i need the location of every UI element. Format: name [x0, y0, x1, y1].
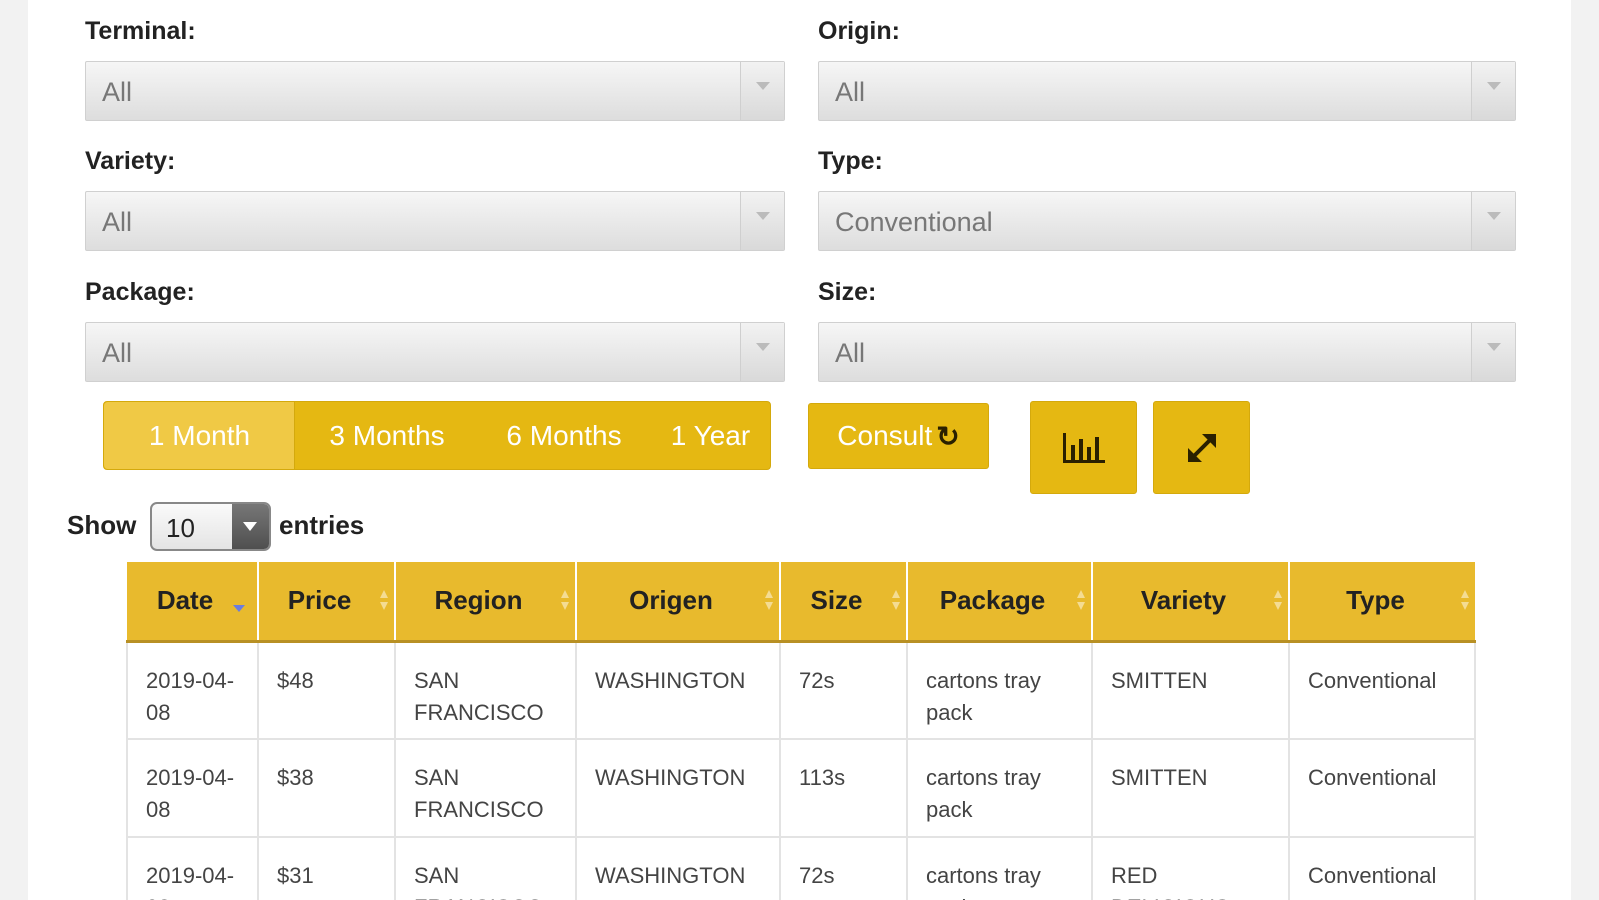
- period-1-month-button[interactable]: 1 Month: [104, 402, 295, 469]
- cell-origen: WASHINGTON: [575, 836, 781, 900]
- entries-label: entries: [279, 510, 365, 540]
- sort-icon: [765, 590, 773, 612]
- consult-label: Consult: [837, 420, 933, 451]
- cell-date: 2019-04-08: [126, 738, 259, 838]
- sort-icon: [1461, 590, 1469, 612]
- variety-select-value: All: [102, 207, 133, 237]
- sort-icon: [1274, 590, 1282, 612]
- cell-variety: SMITTEN: [1091, 738, 1290, 838]
- cell-region: SAN FRANCISCO: [394, 738, 577, 838]
- refresh-icon: ↻: [936, 420, 960, 452]
- table-row: 2019-04-08 $31 SAN FRANCISCO WASHINGTON …: [126, 836, 1476, 900]
- cell-region: SAN FRANCISCO: [394, 836, 577, 900]
- size-select-value: All: [835, 338, 866, 368]
- expand-icon: [1187, 433, 1216, 462]
- period-6-months-button[interactable]: 6 Months: [479, 402, 649, 469]
- type-select[interactable]: Conventional: [818, 191, 1516, 251]
- table-row: 2019-04-08 $48 SAN FRANCISCO WASHINGTON …: [126, 640, 1476, 740]
- cell-size: 72s: [779, 836, 908, 900]
- column-header-type[interactable]: Type: [1288, 562, 1475, 643]
- cell-price: $31: [257, 836, 396, 900]
- terminal-select[interactable]: All: [85, 61, 785, 121]
- sort-desc-icon: [233, 605, 245, 612]
- column-header-date[interactable]: Date: [127, 562, 258, 643]
- variety-label: Variety:: [85, 147, 176, 175]
- chart-button[interactable]: [1030, 401, 1137, 494]
- cell-date: 2019-04-08: [126, 640, 259, 740]
- entries-select-value: 10: [166, 513, 195, 543]
- cell-package: cartons tray pack: [906, 738, 1093, 838]
- chevron-down-icon: [740, 192, 784, 250]
- chevron-down-icon: [1471, 192, 1515, 250]
- sort-icon: [892, 590, 900, 612]
- table-row: 2019-04-08 $38 SAN FRANCISCO WASHINGTON …: [126, 738, 1476, 838]
- package-select-value: All: [102, 338, 133, 368]
- cell-price: $38: [257, 738, 396, 838]
- period-1-year-button[interactable]: 1 Year: [649, 402, 772, 469]
- cell-variety: RED DELICIOUS: [1091, 836, 1290, 900]
- column-header-price[interactable]: Price: [257, 562, 395, 643]
- variety-select[interactable]: All: [85, 191, 785, 251]
- cell-variety: SMITTEN: [1091, 640, 1290, 740]
- sort-icon: [561, 590, 569, 612]
- package-label: Package:: [85, 278, 195, 306]
- chevron-down-icon: [740, 323, 784, 381]
- size-select[interactable]: All: [818, 322, 1516, 382]
- cell-type: Conventional: [1288, 836, 1476, 900]
- entries-select[interactable]: 10: [150, 502, 271, 551]
- cell-type: Conventional: [1288, 640, 1476, 740]
- size-label: Size:: [818, 278, 877, 306]
- cell-type: Conventional: [1288, 738, 1476, 838]
- type-select-value: Conventional: [835, 207, 993, 237]
- expand-button[interactable]: [1153, 401, 1250, 494]
- cell-origen: WASHINGTON: [575, 738, 781, 838]
- cell-date: 2019-04-08: [126, 836, 259, 900]
- table-header-row: Date Price Region Origen Size Package Va…: [127, 562, 1475, 643]
- period-button-group: 1 Month 3 Months 6 Months 1 Year: [103, 401, 771, 470]
- origin-select-value: All: [835, 77, 866, 107]
- origin-label: Origin:: [818, 17, 900, 45]
- bar-chart-icon: [1062, 432, 1105, 463]
- cell-origen: WASHINGTON: [575, 640, 781, 740]
- chevron-down-icon: [1471, 323, 1515, 381]
- column-header-size[interactable]: Size: [779, 562, 907, 643]
- chevron-down-icon: [232, 504, 269, 549]
- column-header-origen[interactable]: Origen: [575, 562, 780, 643]
- period-3-months-button[interactable]: 3 Months: [295, 402, 479, 469]
- cell-package: cartons tray pack: [906, 640, 1093, 740]
- chevron-down-icon: [1471, 62, 1515, 120]
- package-select[interactable]: All: [85, 322, 785, 382]
- sort-icon: [1077, 590, 1085, 612]
- column-header-region[interactable]: Region: [394, 562, 576, 643]
- show-label: Show: [67, 510, 137, 540]
- type-label: Type:: [818, 147, 883, 175]
- terminal-label: Terminal:: [85, 17, 196, 45]
- cell-size: 113s: [779, 738, 908, 838]
- cell-region: SAN FRANCISCO: [394, 640, 577, 740]
- column-header-variety[interactable]: Variety: [1091, 562, 1289, 643]
- sort-icon: [380, 590, 388, 612]
- consult-button[interactable]: Consult ↻: [808, 403, 989, 469]
- cell-price: $48: [257, 640, 396, 740]
- data-table: Date Price Region Origen Size Package Va…: [126, 562, 1476, 900]
- cell-package: cartons tray pack: [906, 836, 1093, 900]
- origin-select[interactable]: All: [818, 61, 1516, 121]
- terminal-select-value: All: [102, 77, 133, 107]
- chevron-down-icon: [740, 62, 784, 120]
- cell-size: 72s: [779, 640, 908, 740]
- column-header-package[interactable]: Package: [906, 562, 1092, 643]
